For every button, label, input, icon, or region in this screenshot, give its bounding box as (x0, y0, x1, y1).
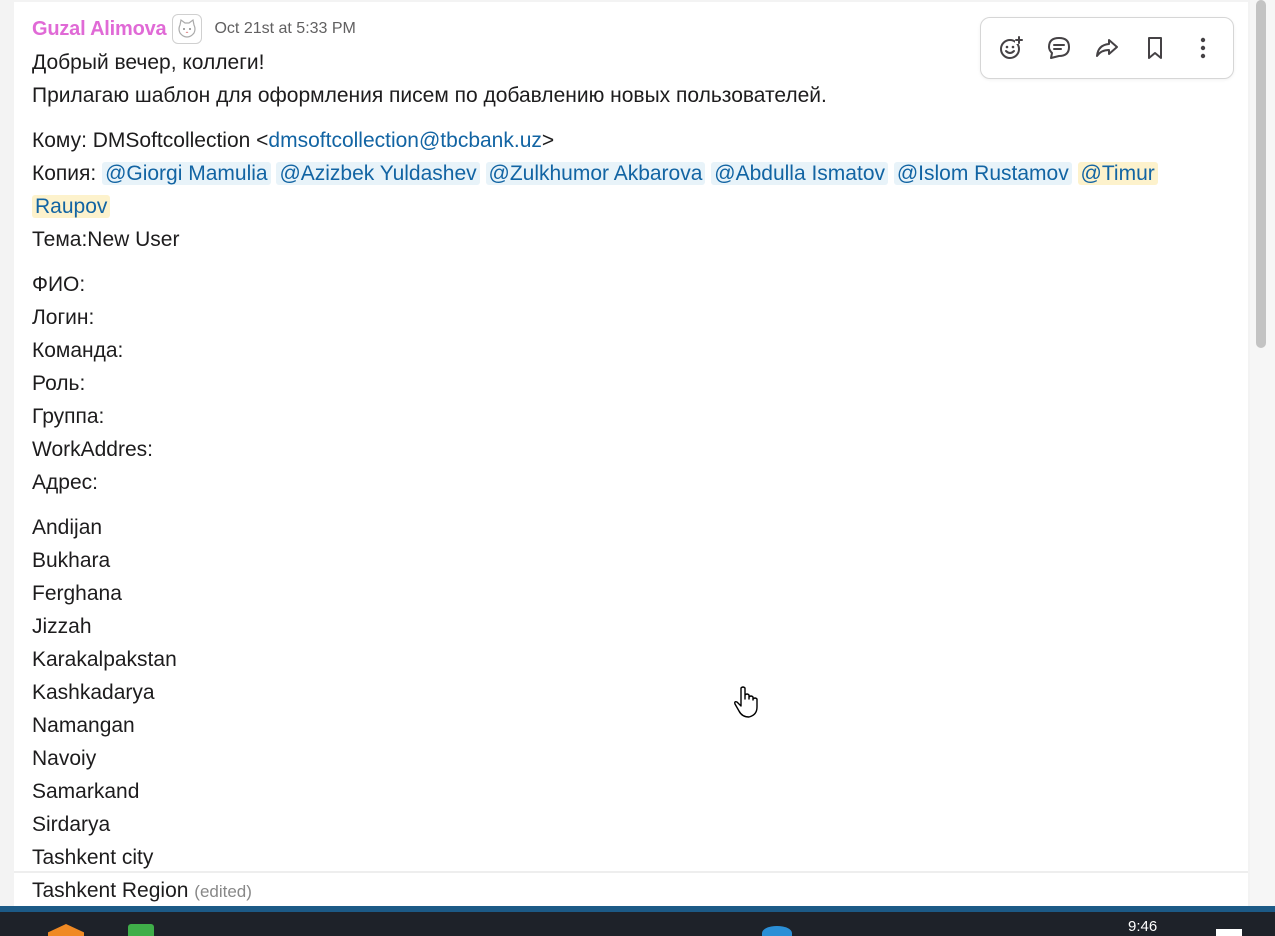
taskbar-app-icon[interactable] (762, 926, 792, 936)
region-item: Andijan (32, 516, 103, 539)
hand-cursor-icon (734, 686, 758, 718)
region-item: Navoiy (32, 747, 97, 770)
mention-user[interactable]: @Abdulla Ismatov (711, 162, 888, 185)
sender-name[interactable]: Guzal Alimova (32, 18, 167, 41)
region-item: Sirdarya (32, 813, 111, 836)
reply-in-thread-button[interactable] (1039, 28, 1079, 68)
region-item: Namangan (32, 714, 135, 737)
region-item: Tashkent city (32, 846, 154, 869)
field-label: ФИО: (32, 273, 86, 296)
add-reaction-icon (1000, 36, 1023, 59)
forward-icon (1096, 39, 1118, 57)
taskbar-app-icon[interactable] (48, 924, 84, 936)
to-label: Кому: DMSoftcollection < (32, 129, 269, 152)
reply-in-thread-icon (1048, 37, 1070, 59)
cc-label: Копия: (32, 162, 103, 185)
message-actions-toolbar (980, 17, 1234, 79)
message-pane: Guzal Alimova Oct 21st at 5:33 PM Добрый… (14, 2, 1248, 908)
region-item: Bukhara (32, 549, 111, 572)
cc-line-continued: Raupov (32, 190, 1232, 223)
region-item: Karakalpakstan (32, 648, 177, 671)
avatar[interactable] (172, 14, 203, 44)
to-line: Кому: DMSoftcollection <dmsoftcollection… (32, 124, 1232, 157)
taskbar-clock[interactable]: 9:46 (1128, 918, 1157, 935)
region-item: Samarkand (32, 780, 140, 803)
more-actions-icon (1200, 37, 1206, 59)
cc-line: Копия: @Giorgi Mamulia @Azizbek Yuldashe… (32, 157, 1232, 190)
region-item: Ferghana (32, 582, 122, 605)
mention-self-continued[interactable]: Raupov (32, 195, 111, 218)
edited-label: (edited) (194, 882, 252, 901)
region-item: Kashkadarya (32, 681, 155, 704)
more-actions-button[interactable] (1183, 28, 1223, 68)
composer-divider (14, 871, 1248, 873)
field-label: Логин: (32, 306, 95, 329)
mention-user[interactable]: @Giorgi Mamulia (102, 162, 271, 185)
email-link[interactable]: dmsoftcollection@tbcbank.uz (268, 129, 541, 152)
to-close: > (541, 129, 555, 152)
taskbar-app-icon[interactable] (128, 924, 154, 936)
cat-avatar-icon (178, 18, 197, 38)
mention-user[interactable]: @Azizbek Yuldashev (276, 162, 480, 185)
field-label: Группа: (32, 405, 105, 428)
intro-text: Прилагаю шаблон для оформления писем по … (32, 84, 827, 107)
field-label: WorkAddres: (32, 438, 153, 461)
region-last-line: Tashkent Region (edited) (32, 874, 1232, 908)
message: Guzal Alimova Oct 21st at 5:33 PM Добрый… (32, 12, 1232, 908)
taskbar-tray-icon[interactable] (1216, 929, 1242, 936)
add-reaction-button[interactable] (991, 28, 1031, 68)
save-bookmark-button[interactable] (1135, 28, 1175, 68)
mention-user[interactable]: @Islom Rustamov (893, 162, 1072, 185)
field-label: Адрес: (32, 471, 98, 494)
region-item: Jizzah (32, 615, 92, 638)
mention-self[interactable]: @Timur (1077, 162, 1158, 185)
bookmark-icon (1148, 37, 1162, 59)
taskbar (0, 912, 1275, 936)
region-item: Tashkent Region (32, 879, 189, 902)
forward-button[interactable] (1087, 28, 1127, 68)
field-label: Роль: (32, 372, 86, 395)
message-timestamp[interactable]: Oct 21st at 5:33 PM (214, 20, 355, 38)
mention-user[interactable]: @Zulkhumor Akbarova (485, 162, 706, 185)
field-label: Команда: (32, 339, 124, 362)
subject-line: Тема:New User (32, 228, 180, 251)
scrollbar-thumb[interactable] (1256, 0, 1266, 348)
